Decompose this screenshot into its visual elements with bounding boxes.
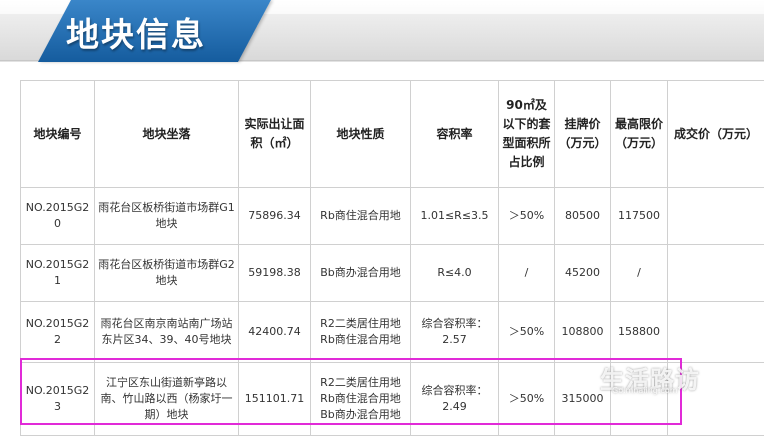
- plot-id: NO.2015G23: [21, 363, 95, 436]
- far-line: 2.49: [413, 399, 496, 415]
- page-title: 地块信息: [66, 8, 206, 56]
- far-line: 1.01≤R≤3.5: [420, 209, 488, 222]
- nature-line: Rb商住混合用地: [320, 209, 401, 222]
- table-row: NO.2015G21 雨花台区板桥街道市场群G2地块 59198.38 Bb商办…: [21, 245, 764, 302]
- plot-far: 综合容积率： 2.49: [411, 363, 499, 436]
- column-header: 挂牌价（万元）: [555, 81, 611, 188]
- far-line: 综合容积率：: [413, 383, 496, 399]
- plot-area: 59198.38: [239, 245, 311, 302]
- plot-nature: Rb商住混合用地: [311, 188, 411, 245]
- column-header: 地块坐落: [95, 81, 239, 188]
- far-line: 2.57: [413, 332, 496, 348]
- column-header: 成交价（万元）: [668, 81, 764, 188]
- plot-area: 42400.74: [239, 302, 311, 363]
- column-header: 90㎡及以下的套型面积所占比例: [499, 81, 555, 188]
- column-header: 地块编号: [21, 81, 95, 188]
- nature-line: R2二类居住用地: [313, 316, 408, 332]
- plot-list-price: 315000: [555, 363, 611, 436]
- plot-id: NO.2015G21: [21, 245, 95, 302]
- plot-max-price: 117500: [611, 188, 668, 245]
- plot-ratio: /: [499, 245, 555, 302]
- land-info-table: 地块编号 地块坐落 实际出让面积（㎡） 地块性质 容积率 90㎡及以下的套型面积…: [20, 80, 764, 436]
- plot-location: 雨花台区板桥街道市场群G1地块: [95, 188, 239, 245]
- plot-list-price: 108800: [555, 302, 611, 363]
- plot-deal-price: [668, 302, 764, 363]
- column-header: 实际出让面积（㎡）: [239, 81, 311, 188]
- plot-max-price: 158800: [611, 302, 668, 363]
- plot-nature: R2二类居住用地 Rb商住混合用地 Bb商办混合用地: [311, 363, 411, 436]
- nature-line: R2二类居住用地: [313, 375, 408, 391]
- nature-line: Bb商办混合用地: [313, 407, 408, 423]
- column-header: 容积率: [411, 81, 499, 188]
- plot-far: 1.01≤R≤3.5: [411, 188, 499, 245]
- plot-location: 雨花台区南京南站南广场站东片区34、39、40号地块: [95, 302, 239, 363]
- plot-deal-price: [668, 363, 764, 436]
- plot-max-price: [611, 363, 668, 436]
- column-header: 地块性质: [311, 81, 411, 188]
- plot-nature: R2二类居住用地 Rb商住混合用地: [311, 302, 411, 363]
- plot-id: NO.2015G22: [21, 302, 95, 363]
- plot-list-price: 80500: [555, 188, 611, 245]
- nature-line: Rb商住混合用地: [313, 391, 408, 407]
- plot-area: 75896.34: [239, 188, 311, 245]
- plot-nature: Bb商办混合用地: [311, 245, 411, 302]
- table-row: NO.2015G22 雨花台区南京南站南广场站东片区34、39、40号地块 42…: [21, 302, 764, 363]
- far-line: R≤4.0: [437, 266, 471, 279]
- plot-ratio: ＞50%: [499, 302, 555, 363]
- plot-area: 151101.71: [239, 363, 311, 436]
- plot-location: 雨花台区板桥街道市场群G2地块: [95, 245, 239, 302]
- column-header: 最高限价（万元）: [611, 81, 668, 188]
- plot-list-price: 45200: [555, 245, 611, 302]
- nature-line: Rb商住混合用地: [313, 332, 408, 348]
- table-header-row: 地块编号 地块坐落 实际出让面积（㎡） 地块性质 容积率 90㎡及以下的套型面积…: [21, 81, 764, 188]
- header-bar: 地块信息: [0, 0, 764, 62]
- far-line: 综合容积率：: [413, 316, 496, 332]
- plot-ratio: ＞50%: [499, 188, 555, 245]
- plot-max-price: /: [611, 245, 668, 302]
- plot-deal-price: [668, 188, 764, 245]
- plot-id: NO.2015G20: [21, 188, 95, 245]
- plot-location: 江宁区东山街道新亭路以南、竹山路以西（杨家圩一期）地块: [95, 363, 239, 436]
- table-row: NO.2015G20 雨花台区板桥街道市场群G1地块 75896.34 Rb商住…: [21, 188, 764, 245]
- plot-ratio: ＞50%: [499, 363, 555, 436]
- plot-deal-price: [668, 245, 764, 302]
- nature-line: Bb商办混合用地: [320, 266, 401, 279]
- plot-far: R≤4.0: [411, 245, 499, 302]
- table-row: NO.2015G23 江宁区东山街道新亭路以南、竹山路以西（杨家圩一期）地块 1…: [21, 363, 764, 436]
- plot-far: 综合容积率： 2.57: [411, 302, 499, 363]
